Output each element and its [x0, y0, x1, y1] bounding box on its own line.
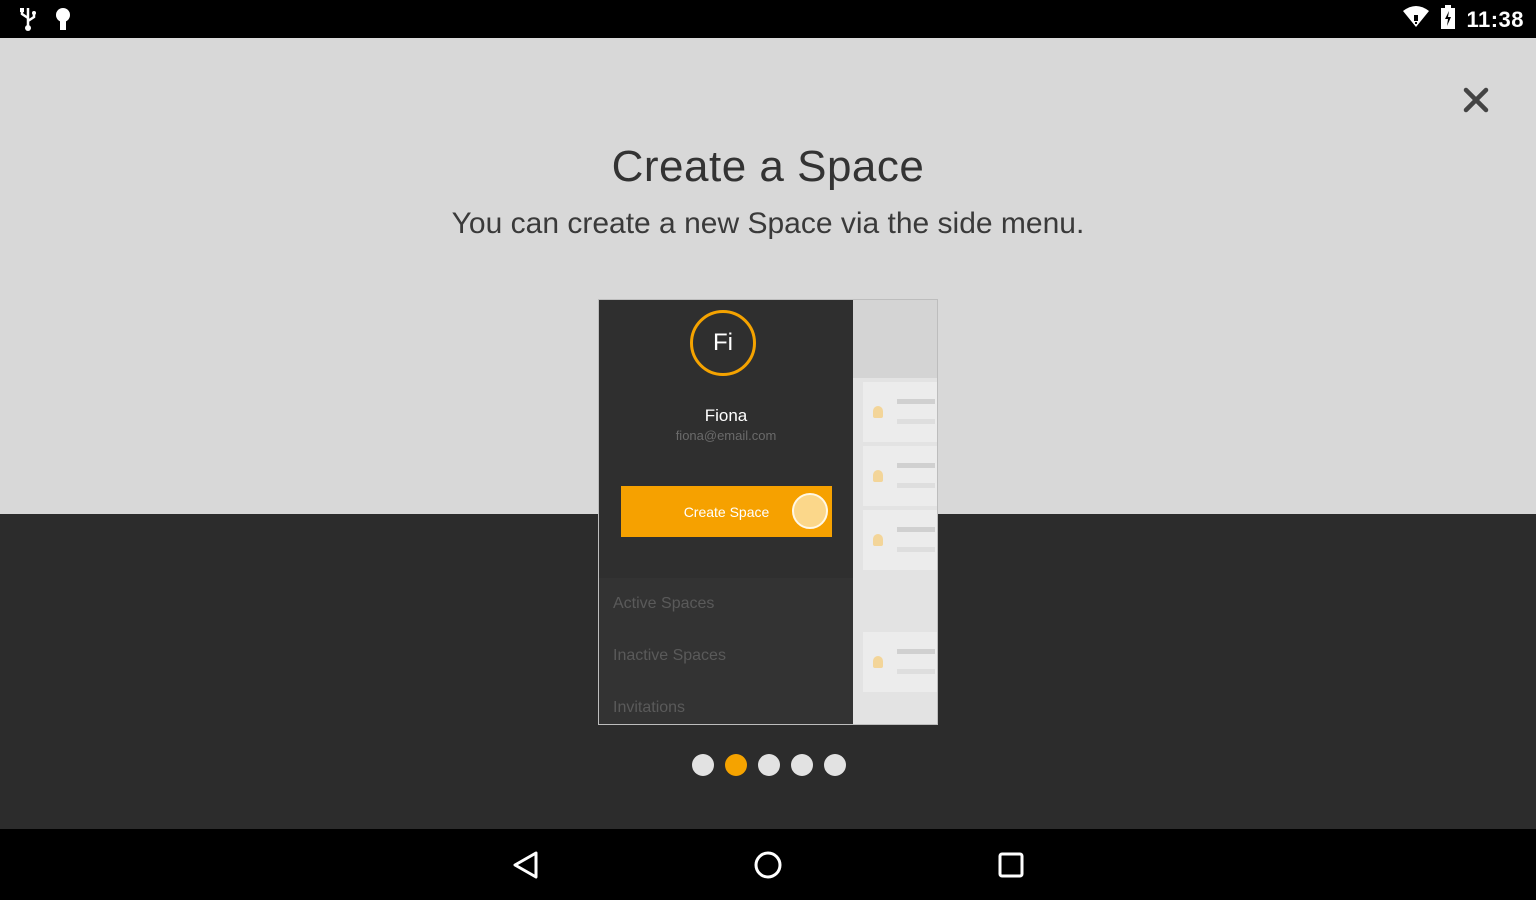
list-item — [863, 382, 937, 442]
recents-button[interactable] — [993, 847, 1029, 883]
close-icon — [1463, 87, 1489, 113]
page-title: Create a Space — [611, 142, 925, 191]
page-dot-3[interactable] — [758, 754, 780, 776]
person-icon — [873, 406, 883, 418]
page-subtitle: You can create a new Space via the side … — [451, 207, 1085, 240]
side-menu-illustration: Fi Fiona fiona@email.com Create Space Ac… — [598, 299, 938, 725]
page-dot-4[interactable] — [791, 754, 813, 776]
user-name: Fiona — [704, 406, 748, 425]
list-item — [863, 510, 937, 570]
navigation-bar — [0, 829, 1536, 900]
person-icon — [873, 656, 883, 668]
create-space-button: Create Space — [621, 486, 832, 537]
home-icon — [754, 851, 782, 879]
wifi-icon — [1402, 5, 1430, 34]
recents-icon — [998, 852, 1024, 878]
usb-icon — [18, 6, 38, 37]
person-icon — [873, 534, 883, 546]
menu-item-active-spaces: Active Spaces — [613, 595, 715, 612]
page-dot-5[interactable] — [824, 754, 846, 776]
list-item — [863, 446, 937, 506]
close-button[interactable] — [1456, 80, 1496, 120]
mock-toolbar — [853, 300, 937, 378]
menu-item-invitations: Invitations — [613, 699, 686, 716]
status-left-icons — [18, 6, 74, 37]
mock-drawer: Fi Fiona fiona@email.com Create Space Ac… — [599, 300, 853, 724]
page-indicator[interactable] — [692, 754, 846, 776]
home-button[interactable] — [750, 847, 786, 883]
touch-indicator — [792, 493, 828, 529]
create-space-label: Create Space — [683, 503, 770, 520]
status-bar: 11:38 — [0, 0, 1536, 38]
debug-icon — [52, 6, 74, 37]
avatar-initials: Fi — [713, 329, 733, 356]
user-email: fiona@email.com — [675, 428, 777, 443]
status-clock: 11:38 — [1466, 6, 1524, 32]
list-item — [863, 632, 937, 692]
person-icon — [873, 470, 883, 482]
back-button[interactable] — [508, 847, 544, 883]
back-icon — [513, 851, 538, 879]
drawer-menu: Active Spaces Inactive Spaces Invitation… — [599, 578, 853, 724]
status-right-icons: 11:38 — [1402, 4, 1524, 35]
mock-space-list — [853, 300, 937, 724]
page-dot-1[interactable] — [692, 754, 714, 776]
menu-item-inactive-spaces: Inactive Spaces — [613, 647, 726, 664]
avatar: Fi — [690, 310, 756, 376]
battery-icon — [1440, 4, 1456, 35]
page-dot-2[interactable] — [725, 754, 747, 776]
